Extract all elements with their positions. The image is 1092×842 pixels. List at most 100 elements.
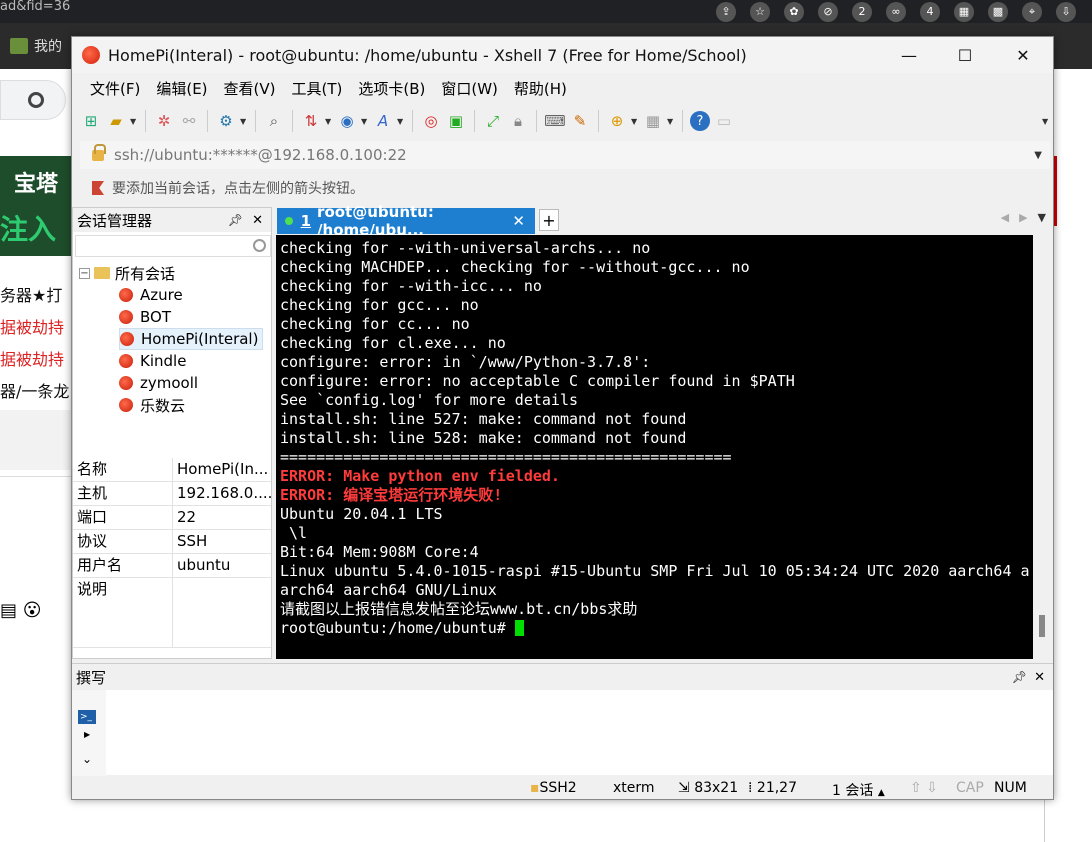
disconnect-icon[interactable]: ⚯	[178, 110, 200, 132]
minimize-button[interactable]: —	[880, 37, 938, 73]
lock-icon[interactable]: 🔒︎	[507, 110, 529, 132]
add-tab-button[interactable]: +	[539, 209, 559, 231]
extension-glasses-icon[interactable]: ∞	[886, 1, 906, 22]
close-icon[interactable]: ✕	[252, 213, 263, 228]
open-folder-icon[interactable]: ▰	[105, 110, 127, 132]
terminal-prompt-line[interactable]: root@ubuntu:/home/ubuntu#	[280, 619, 1029, 638]
highlight-icon[interactable]: ✎	[569, 110, 591, 132]
tree-root[interactable]: − 所有会话	[79, 262, 175, 284]
tab-list-icon[interactable]: ▼	[1038, 211, 1046, 224]
bookmark-arrow-icon[interactable]	[92, 181, 104, 195]
chevron-down-icon[interactable]: ▼	[361, 117, 369, 126]
status-dot-icon	[285, 217, 293, 225]
menu-file[interactable]: 文件(F)	[82, 78, 148, 99]
property-row: 名称 HomePi(In...	[73, 458, 271, 482]
terminal-output[interactable]: checking for --with-universal-archs... n…	[276, 235, 1033, 659]
page-link[interactable]: 器/一条龙	[0, 378, 69, 402]
transfer-icon[interactable]: ⇅	[300, 110, 322, 132]
properties-icon[interactable]: ⚙	[215, 110, 237, 132]
status-sessions[interactable]: 1 会话 ▲	[832, 780, 885, 800]
browser-url-fragment[interactable]: ad&fid=36	[0, 0, 70, 14]
tab-navigation: ◀ ▶ ▼	[1001, 211, 1046, 224]
xftp-icon[interactable]: ▣	[445, 110, 467, 132]
pin-icon[interactable]: 📌︎	[228, 213, 243, 227]
reconnect-icon[interactable]: ✲	[153, 110, 175, 132]
chevron-double-down-icon[interactable]: ⌄	[82, 752, 92, 766]
search-icon[interactable]	[253, 239, 266, 252]
compose-input[interactable]	[108, 692, 1051, 774]
find-icon[interactable]: ⌕	[263, 110, 285, 132]
chevron-left-icon[interactable]: ◀	[1001, 211, 1009, 224]
emoji-icon[interactable]: 😮	[23, 600, 42, 621]
font-icon[interactable]: A	[372, 110, 394, 132]
session-item-bot[interactable]: BOT	[119, 306, 171, 328]
star-icon[interactable]: ☆	[750, 1, 770, 22]
help-icon[interactable]: ?	[690, 111, 710, 131]
page-link[interactable]: 务器★打	[0, 282, 62, 306]
toolbar-overflow-icon[interactable]: ▼	[1042, 117, 1050, 126]
address-text[interactable]: ssh://ubuntu:******@192.168.0.100:22	[114, 146, 407, 164]
maximize-button[interactable]: ☐	[936, 37, 994, 73]
chevron-right-icon[interactable]: ▶	[1019, 211, 1027, 224]
terminal-line: checking for gcc... no	[280, 296, 479, 314]
session-item-homepi[interactable]: HomePi(Interal)	[119, 328, 264, 350]
address-bar[interactable]: ssh://ubuntu:******@192.168.0.100:22 ▼	[80, 141, 1050, 169]
expand-right-icon[interactable]: ▶	[84, 730, 90, 739]
pin-icon[interactable]: 📌︎	[1012, 670, 1027, 684]
terminal-scrollbar[interactable]	[1033, 235, 1053, 659]
extension-badge-icon-2[interactable]: 4	[920, 1, 940, 22]
chevron-up-icon[interactable]: ▲	[878, 788, 885, 798]
keyboard-icon[interactable]: ⌨	[544, 110, 566, 132]
chevron-down-icon[interactable]: ▼	[1034, 150, 1042, 161]
scrollbar-thumb[interactable]	[1039, 615, 1045, 637]
xshell-logo-icon	[82, 46, 100, 64]
page-link[interactable]: 据被劫持	[0, 346, 64, 370]
extension-pin-icon[interactable]: ⌖	[1022, 1, 1042, 22]
chevron-down-icon[interactable]: ▼	[325, 117, 333, 126]
chat-icon[interactable]: ▭	[713, 110, 735, 132]
chevron-down-icon[interactable]: ▼	[130, 117, 138, 126]
tab-session[interactable]: 1 root@ubuntu: /home/ubu... ✕	[277, 203, 535, 239]
xshell-icon[interactable]: ◎	[420, 110, 442, 132]
menu-edit[interactable]: 编辑(E)	[148, 78, 215, 99]
extension-cat-icon[interactable]: ✿	[784, 1, 804, 22]
layout-icon[interactable]: ▦	[642, 110, 664, 132]
status-arrows[interactable]: ⇧ ⇩	[910, 780, 938, 796]
chevron-down-icon[interactable]: ▼	[667, 117, 675, 126]
extension-block-icon[interactable]: ⊘	[818, 1, 838, 22]
extension-download-icon[interactable]: ⇩	[1056, 1, 1076, 22]
session-item-zymooll[interactable]: zymooll	[119, 372, 198, 394]
menu-view[interactable]: 查看(V)	[216, 78, 284, 99]
tab-close-button[interactable]: ✕	[512, 212, 525, 230]
property-row: 端口 22	[73, 506, 271, 530]
add-tab-icon[interactable]: ⊕	[606, 110, 628, 132]
page-link[interactable]: 据被劫持	[0, 314, 64, 338]
menu-tabs[interactable]: 选项卡(B)	[350, 78, 433, 99]
fullscreen-icon[interactable]: ⤢	[482, 110, 504, 132]
terminal-line: 请截图以上报错信息发帖至论坛www.bt.cn/bbs求助	[280, 600, 638, 618]
menu-help[interactable]: 帮助(H)	[506, 78, 575, 99]
close-button[interactable]: ✕	[994, 37, 1052, 73]
close-icon[interactable]: ✕	[1034, 670, 1045, 685]
globe-icon[interactable]: ◉	[336, 110, 358, 132]
powershell-icon[interactable]: >_	[78, 710, 96, 724]
menu-window[interactable]: 窗口(W)	[433, 78, 506, 99]
share-icon[interactable]: ⇪	[716, 1, 736, 22]
window-titlebar[interactable]: HomePi(Interal) - root@ubuntu: /home/ubu…	[72, 37, 1053, 73]
session-item-leshuyun[interactable]: 乐数云	[119, 394, 185, 416]
collapse-icon[interactable]: −	[79, 267, 90, 279]
new-session-icon[interactable]: ⊞	[80, 110, 102, 132]
search-icon[interactable]	[28, 92, 44, 108]
chevron-down-icon[interactable]: ▼	[397, 117, 405, 126]
extension-tile-icon[interactable]: ▦	[954, 1, 974, 22]
cursor-pos-icon: ⁞	[748, 780, 757, 796]
session-search-input[interactable]	[75, 235, 271, 257]
chevron-down-icon[interactable]: ▼	[240, 117, 248, 126]
extension-grid-icon[interactable]: ▩	[988, 1, 1008, 22]
extension-badge-icon[interactable]: 2	[852, 1, 872, 22]
menu-tools[interactable]: 工具(T)	[284, 78, 351, 99]
bookmark-item[interactable]: 我的	[10, 36, 62, 56]
session-item-azure[interactable]: Azure	[119, 284, 183, 306]
chevron-down-icon[interactable]: ▼	[631, 117, 639, 126]
session-item-kindle[interactable]: Kindle	[119, 350, 186, 372]
